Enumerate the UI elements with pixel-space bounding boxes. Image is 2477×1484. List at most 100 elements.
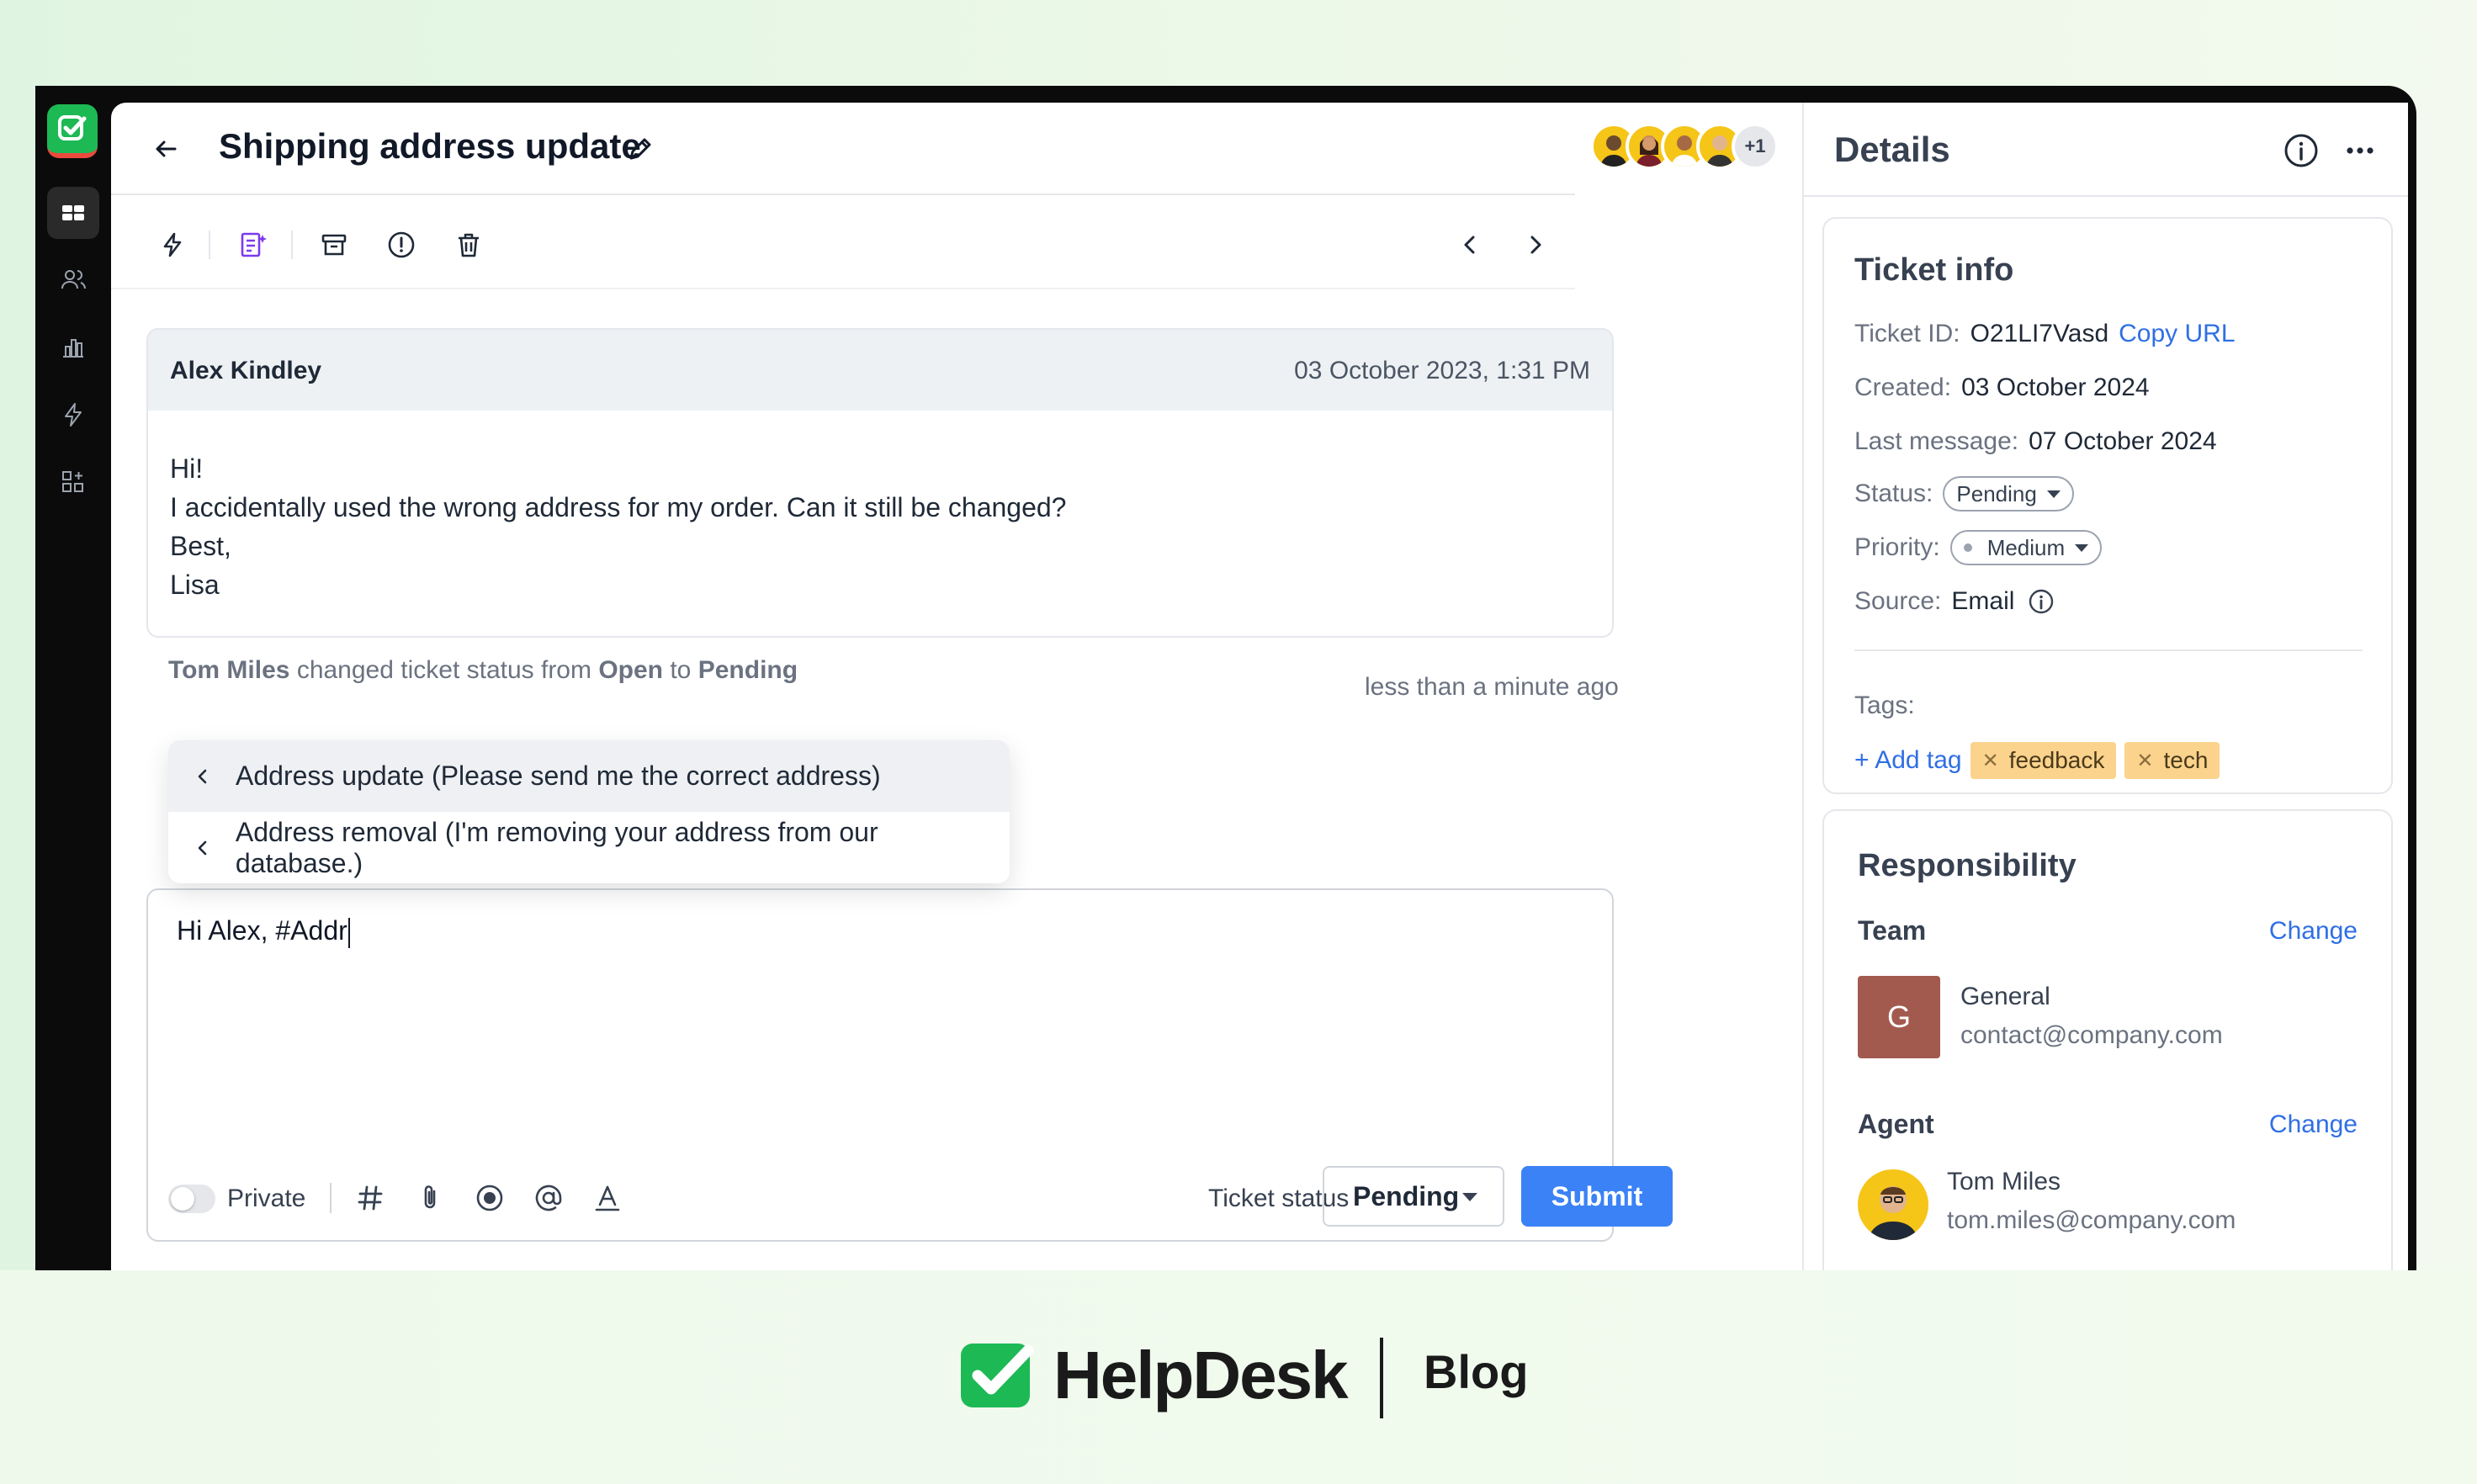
assignee-avatars[interactable]: +1	[1590, 123, 1779, 173]
chevron-left-icon	[192, 837, 214, 859]
suggestion-label: Address update (Please send me the corre…	[236, 761, 881, 791]
reply-input[interactable]: Hi Alex, #Addr	[177, 915, 350, 948]
priority-row: Priority: Medium	[1854, 530, 2103, 565]
apps-icon	[62, 471, 83, 492]
check-icon	[58, 115, 87, 140]
message-line: Lisa	[170, 570, 220, 600]
text-caret	[347, 917, 350, 948]
app-window: Shipping address update +1 Alex Kindley …	[111, 103, 2408, 1270]
lightning-icon	[163, 232, 182, 257]
status-value: Pending	[1956, 480, 2037, 506]
rail-customers[interactable]	[47, 254, 99, 306]
ticket-id-row: Ticket ID: O21LI7Vasd Copy URL	[1854, 320, 2236, 348]
details-more-button[interactable]	[2339, 130, 2381, 172]
record-icon	[476, 1185, 503, 1211]
arrow-left-icon	[156, 140, 177, 157]
details-header: Details	[1804, 103, 2408, 197]
activity-event: Tom Miles changed ticket status from Ope…	[168, 656, 798, 685]
change-team-link[interactable]: Change	[2269, 917, 2358, 946]
details-info-button[interactable]	[2280, 130, 2322, 172]
ticket-main: Shipping address update +1 Alex Kindley …	[111, 103, 1779, 1270]
ticket-toolbar	[111, 197, 1575, 289]
remove-tag-icon[interactable]: ✕	[2136, 749, 2153, 773]
add-tag-link[interactable]: + Add tag	[1854, 746, 1962, 775]
info-divider	[1854, 649, 2363, 651]
bar-chart-icon	[63, 339, 83, 358]
edit-title-button[interactable]	[621, 130, 660, 168]
spam-button[interactable]	[382, 225, 421, 264]
rail-tickets[interactable]	[47, 187, 99, 239]
pencil-icon	[629, 138, 651, 160]
text-format-button[interactable]	[589, 1179, 626, 1216]
rail-automations[interactable]	[47, 389, 99, 441]
copy-url-link[interactable]: Copy URL	[2119, 320, 2235, 348]
lightning-icon	[65, 403, 82, 427]
last-message-value: 07 October 2024	[2029, 427, 2217, 455]
agent-email: tom.miles@company.com	[1947, 1206, 2236, 1234]
info-icon	[2029, 589, 2054, 614]
record-button[interactable]	[471, 1179, 508, 1216]
tags-label-row: Tags:	[1854, 692, 1925, 720]
toggle-knob	[171, 1187, 194, 1211]
activity-from-status: Open	[598, 656, 663, 684]
activity-to-status: Pending	[697, 656, 798, 684]
rail-apps[interactable]	[47, 456, 99, 508]
rail-reports[interactable]	[47, 321, 99, 374]
tag-chip[interactable]: ✕ tech	[2124, 742, 2220, 779]
previous-ticket-button[interactable]	[1451, 225, 1489, 264]
submit-button[interactable]: Submit	[1521, 1166, 1673, 1227]
ticket-status-value: Pending	[1353, 1180, 1460, 1211]
app-logo[interactable]	[47, 104, 98, 158]
back-button[interactable]	[145, 128, 187, 170]
change-agent-link[interactable]: Change	[2269, 1110, 2358, 1139]
tag-label: feedback	[2008, 747, 2105, 773]
archive-button[interactable]	[315, 225, 353, 264]
reply-composer[interactable]: Hi Alex, #Addr Private Ticket status Pen…	[146, 888, 1673, 1242]
priority-select[interactable]: Medium	[1949, 530, 2103, 565]
mention-button[interactable]	[530, 1179, 567, 1216]
message-line: I accidentally used the wrong address fo…	[170, 492, 1067, 522]
suggestion-item[interactable]: Address update (Please send me the corre…	[168, 740, 1010, 812]
next-ticket-button[interactable]	[1516, 225, 1555, 264]
brand-logo[interactable]: HelpDesk	[957, 1338, 1349, 1413]
text-format-icon	[595, 1185, 620, 1211]
ticket-status-select[interactable]: Pending	[1323, 1166, 1504, 1227]
sparkle-document-icon	[241, 232, 267, 257]
status-select[interactable]: Pending	[1943, 476, 2074, 511]
activity-to-word: to	[670, 656, 692, 684]
remove-tag-icon[interactable]: ✕	[1982, 749, 1999, 773]
message-line: Hi!	[170, 453, 204, 484]
ai-summary-button[interactable]	[234, 225, 273, 264]
trash-icon	[459, 233, 479, 257]
tag-chip[interactable]: ✕ feedback	[1970, 742, 2117, 779]
attach-button[interactable]	[412, 1179, 449, 1216]
message-line: Best,	[170, 531, 231, 561]
brand-divider	[1380, 1338, 1383, 1418]
alert-circle-icon	[388, 231, 415, 258]
brand-section: Blog	[1424, 1345, 1529, 1398]
caret-down-icon	[2075, 543, 2089, 552]
brand-name: HelpDesk	[1053, 1338, 1349, 1412]
agent-label: Agent	[1858, 1109, 1934, 1139]
agent-avatar	[1858, 1169, 1928, 1240]
private-label: Private	[227, 1185, 306, 1212]
delete-button[interactable]	[449, 225, 488, 264]
priority-label: Priority:	[1854, 533, 1940, 561]
archive-icon	[321, 234, 347, 256]
message-card: Alex Kindley 03 October 2023, 1:31 PM Hi…	[146, 328, 1614, 638]
tag-label: tech	[2163, 747, 2209, 773]
more-assignees-badge[interactable]: +1	[1732, 123, 1779, 170]
message-body: Hi! I accidentally used the wrong addres…	[148, 411, 1612, 604]
automation-button[interactable]	[153, 225, 192, 264]
activity-actor: Tom Miles	[168, 656, 290, 684]
app-rail	[35, 86, 111, 1270]
ticket-info-heading: Ticket info	[1854, 252, 2014, 288]
suggestion-item[interactable]: Address removal (I'm removing your addre…	[168, 812, 1010, 883]
private-toggle[interactable]	[168, 1185, 215, 1213]
canned-response-button[interactable]	[352, 1179, 389, 1216]
activity-time: less than a minute ago	[1365, 673, 1619, 701]
suggestion-label: Address removal (I'm removing your addre…	[235, 816, 878, 878]
hash-icon	[358, 1185, 383, 1211]
caret-down-icon	[1462, 1193, 1477, 1201]
team-name: General	[1960, 983, 2050, 1010]
